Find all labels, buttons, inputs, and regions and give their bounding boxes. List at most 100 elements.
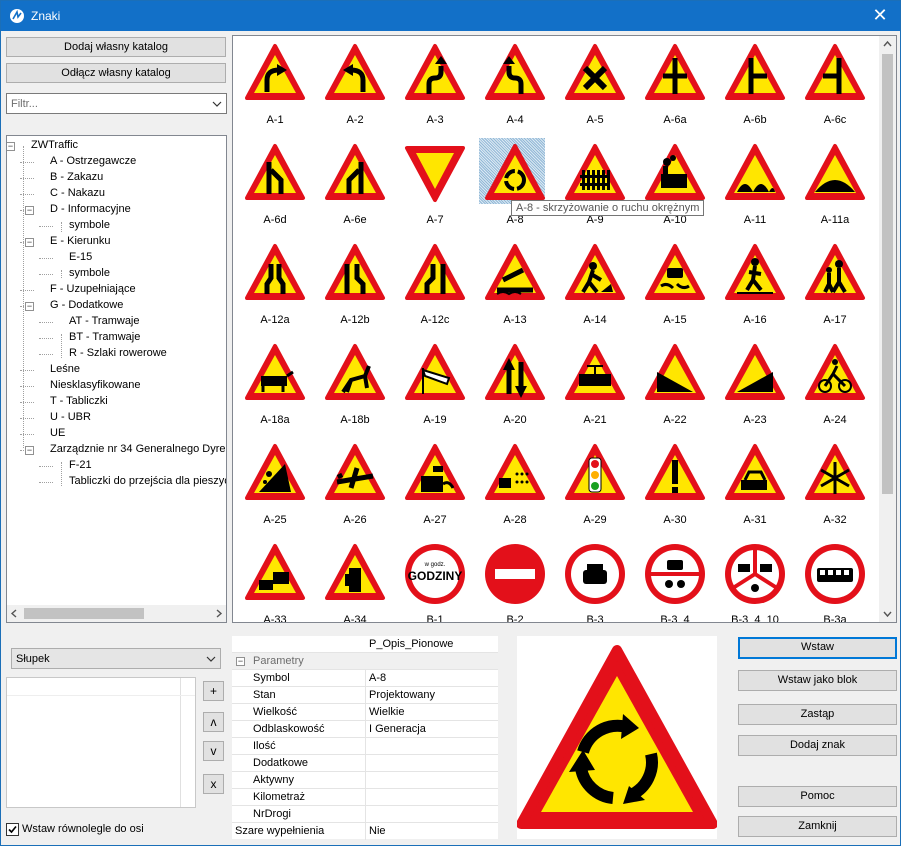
scroll-left-icon[interactable]: [10, 609, 19, 618]
prop-row[interactable]: Ilość: [232, 738, 498, 755]
collapse-icon[interactable]: −: [236, 657, 245, 666]
sign-grid[interactable]: A-1 A-2 A-3 A-4 A-5 A-6a A-6b A-6c A-6d A-6e A-7 A-…: [232, 35, 897, 623]
sign-cell[interactable]: A-19: [397, 340, 473, 440]
sign-cell[interactable]: A-16: [717, 240, 793, 340]
tree-node[interactable]: Niesklasyfikowane: [7, 378, 226, 394]
prop-row[interactable]: Odblaskowość I Generacja: [232, 721, 498, 738]
sign-cell[interactable]: A-3: [397, 40, 473, 140]
sign-cell[interactable]: A-4: [477, 40, 553, 140]
tree-node[interactable]: UE: [7, 426, 226, 442]
tree-node[interactable]: U - UBR: [7, 410, 226, 426]
sign-cell[interactable]: A-11: [717, 140, 793, 240]
move-up-button[interactable]: ʌ: [203, 712, 224, 732]
add-item-button[interactable]: +: [203, 681, 224, 701]
sign-cell[interactable]: A-33: [237, 540, 313, 622]
prop-row[interactable]: Stan Projektowany: [232, 687, 498, 704]
prop-row[interactable]: Szare wypełnienia Nie: [232, 823, 498, 840]
move-down-button[interactable]: v: [203, 741, 224, 761]
tree-node[interactable]: AT - Tramwaje: [7, 314, 226, 330]
sign-cell[interactable]: B-3_4_10: [717, 540, 793, 622]
sign-cell[interactable]: A-2: [317, 40, 393, 140]
sign-cell[interactable]: A-13: [477, 240, 553, 340]
tree-node[interactable]: C - Nakazu: [7, 186, 226, 202]
sign-cell[interactable]: A-6e: [317, 140, 393, 240]
parallel-checkbox[interactable]: [6, 823, 19, 836]
sign-cell[interactable]: A-25: [237, 440, 313, 540]
sign-cell[interactable]: A-34: [317, 540, 393, 622]
scroll-right-icon[interactable]: [214, 609, 223, 618]
tree-node[interactable]: A - Ostrzegawcze: [7, 154, 226, 170]
tree-node[interactable]: symbole: [7, 266, 226, 282]
sign-cell[interactable]: A-12a: [237, 240, 313, 340]
prop-category-row[interactable]: − Parametry: [232, 653, 498, 670]
catalog-tree[interactable]: − ZWTraffic A - Ostrzegawcze B - Zakazu C - …: [6, 135, 227, 623]
sign-cell[interactable]: A-31: [717, 440, 793, 540]
tree-node[interactable]: Tabliczki do przejścia dla pieszych: [7, 474, 226, 490]
tree-node[interactable]: − G - Dodatkowe: [7, 298, 226, 314]
tree-node[interactable]: T - Tabliczki: [7, 394, 226, 410]
close-button[interactable]: Zamknij: [738, 816, 897, 837]
close-icon[interactable]: ✕: [860, 1, 900, 31]
scroll-up-icon[interactable]: [883, 40, 892, 49]
sign-cell[interactable]: A-29: [557, 440, 633, 540]
sign-cell[interactable]: A-9: [557, 140, 633, 240]
add-sign-button[interactable]: Dodaj znak: [738, 735, 897, 756]
prop-row[interactable]: Kilometraż: [232, 789, 498, 806]
sign-cell[interactable]: A-17: [797, 240, 873, 340]
sign-cell[interactable]: A-32: [797, 440, 873, 540]
remove-item-button[interactable]: x: [203, 774, 224, 794]
sign-cell[interactable]: A-12c: [397, 240, 473, 340]
prop-row[interactable]: NrDrogi: [232, 806, 498, 823]
sign-cell[interactable]: B-2: [477, 540, 553, 622]
sign-cell[interactable]: B-3a: [797, 540, 873, 622]
prop-value[interactable]: Projektowany: [369, 689, 435, 701]
prop-value[interactable]: I Generacja: [369, 723, 426, 735]
prop-row[interactable]: Symbol A-8: [232, 670, 498, 687]
sign-cell[interactable]: A-11a: [797, 140, 873, 240]
sign-cell[interactable]: A-28: [477, 440, 553, 540]
filter-combo[interactable]: Filtr...: [6, 93, 227, 114]
sign-cell[interactable]: A-21: [557, 340, 633, 440]
tree-node[interactable]: E-15: [7, 250, 226, 266]
tree-scroll-thumb[interactable]: [24, 608, 144, 619]
tree-node[interactable]: − Zarządznie nr 34 Generalnego Dyrektora: [7, 442, 226, 458]
sign-cell[interactable]: A-27: [397, 440, 473, 540]
detach-catalog-button[interactable]: Odłącz własny katalog: [6, 63, 226, 83]
sign-cell[interactable]: A-24: [797, 340, 873, 440]
sign-cell[interactable]: A-18a: [237, 340, 313, 440]
sign-cell[interactable]: B-3: [557, 540, 633, 622]
sign-cell[interactable]: A-22: [637, 340, 713, 440]
sign-cell[interactable]: B-3_4: [637, 540, 713, 622]
tree-node[interactable]: − E - Kierunku: [7, 234, 226, 250]
sign-cell[interactable]: A-6a: [637, 40, 713, 140]
tree-node[interactable]: F - Uzupełniające: [7, 282, 226, 298]
tree-collapse-icon[interactable]: −: [25, 446, 34, 455]
sign-cell[interactable]: A-18b: [317, 340, 393, 440]
grid-vertical-scrollbar[interactable]: [879, 36, 896, 622]
sign-cell[interactable]: A-5: [557, 40, 633, 140]
prop-value[interactable]: Nie: [369, 825, 386, 837]
prop-value[interactable]: A-8: [369, 672, 386, 684]
sign-cell[interactable]: A-26: [317, 440, 393, 540]
sign-cell[interactable]: A-6d: [237, 140, 313, 240]
prop-value[interactable]: Wielkie: [369, 706, 404, 718]
sign-cell[interactable]: A-14: [557, 240, 633, 340]
scroll-down-icon[interactable]: [883, 609, 892, 618]
property-grid[interactable]: P_Opis_Pionowe − Parametry Symbol A-8 Stan…: [232, 636, 498, 840]
sign-cell[interactable]: A-10: [637, 140, 713, 240]
tree-collapse-icon[interactable]: −: [25, 206, 34, 215]
prop-row[interactable]: Wielkość Wielkie: [232, 704, 498, 721]
sign-cell[interactable]: A-1: [237, 40, 313, 140]
prop-row[interactable]: Dodatkowe: [232, 755, 498, 772]
insert-as-block-button[interactable]: Wstaw jako blok: [738, 670, 897, 691]
sign-cell[interactable]: A-15: [637, 240, 713, 340]
tree-node[interactable]: F-21: [7, 458, 226, 474]
tree-collapse-icon[interactable]: −: [7, 142, 15, 151]
tree-node[interactable]: Leśne: [7, 362, 226, 378]
sign-cell[interactable]: A-20: [477, 340, 553, 440]
sign-cell[interactable]: w godz. GODZINY B-1: [397, 540, 473, 622]
tree-node[interactable]: BT - Tramwaje: [7, 330, 226, 346]
tree-node[interactable]: − D - Informacyjne: [7, 202, 226, 218]
help-button[interactable]: Pomoc: [738, 786, 897, 807]
accessory-list[interactable]: [6, 677, 196, 808]
